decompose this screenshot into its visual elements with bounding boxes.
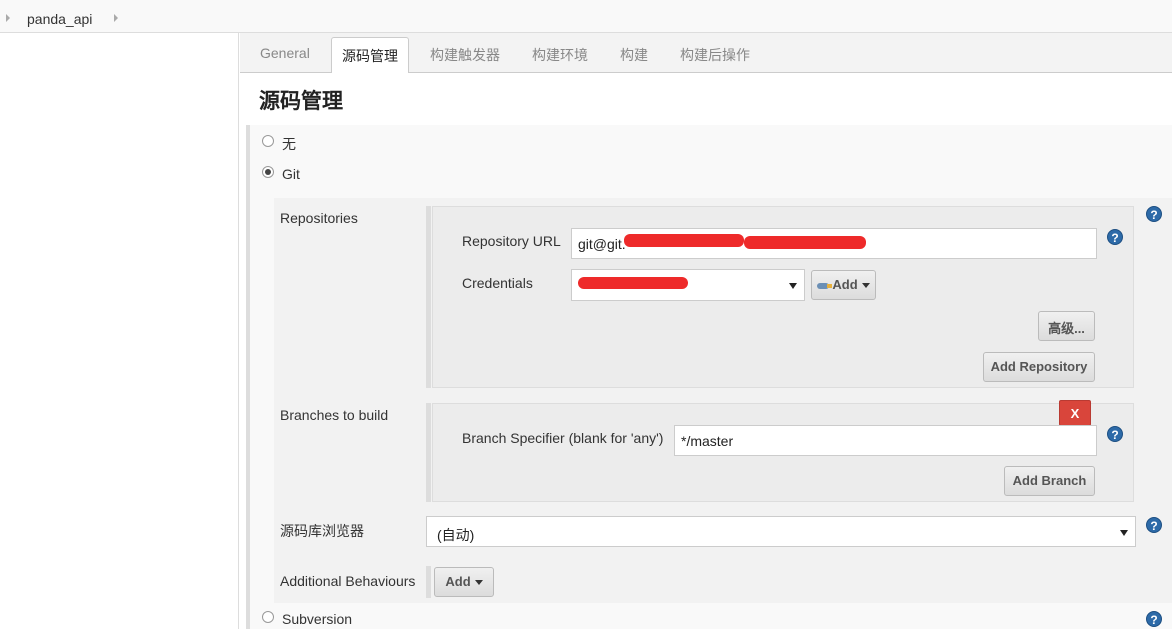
advanced-button[interactable]: 高级... [1038, 311, 1095, 341]
add-branch-button[interactable]: Add Branch [1004, 466, 1095, 496]
branch-specifier-label: Branch Specifier (blank for 'any') [462, 430, 664, 446]
scm-subversion-label: Subversion [282, 611, 353, 627]
repository-url-value: git@git. [578, 236, 626, 252]
additional-behaviours-label: Additional Behaviours [280, 573, 416, 589]
redaction-mark [578, 277, 688, 289]
tab-build[interactable]: 构建 [620, 45, 648, 65]
scm-none-label: 无 [282, 136, 296, 152]
repositories-label: Repositories [280, 210, 358, 226]
repository-browser-label: 源码库浏览器 [280, 523, 364, 539]
chevron-down-icon [1120, 530, 1128, 536]
breadcrumb-dropdown-icon[interactable] [114, 14, 118, 22]
scm-subversion-radio[interactable] [262, 611, 274, 623]
help-icon[interactable]: ? [1146, 206, 1162, 222]
scm-none-radio[interactable] [262, 135, 274, 147]
help-icon[interactable]: ? [1107, 426, 1123, 442]
additional-behaviours-add-button[interactable]: Add [434, 567, 494, 597]
redaction-mark [624, 234, 744, 247]
chevron-down-icon [474, 580, 483, 586]
additional-behaviours-rule [426, 566, 431, 598]
delete-branch-button[interactable]: X [1059, 400, 1091, 426]
chevron-down-icon [861, 283, 870, 289]
help-icon[interactable]: ? [1107, 229, 1123, 245]
credentials-label: Credentials [462, 275, 533, 291]
branches-rule [426, 403, 431, 502]
config-tabbar: General 源码管理 构建触发器 构建环境 构建 构建后操作 [240, 33, 1172, 74]
breadcrumb-arrow-icon [6, 14, 10, 22]
scm-git-radio[interactable] [262, 166, 274, 178]
repository-browser-value: (自动) [437, 527, 475, 543]
branch-specifier-input[interactable]: */master [674, 425, 1097, 456]
credentials-add-label: Add [832, 277, 858, 292]
tab-build-environment[interactable]: 构建环境 [532, 45, 588, 65]
help-icon[interactable]: ? [1146, 517, 1162, 533]
breadcrumb-job-link[interactable]: panda_api [27, 11, 92, 27]
tab-source-code-management[interactable]: 源码管理 [331, 37, 409, 74]
add-repository-button[interactable]: Add Repository [983, 352, 1095, 382]
section-title: 源码管理 [259, 90, 343, 113]
panel-divider [238, 33, 239, 629]
credentials-add-button[interactable]: Add [811, 270, 876, 300]
chevron-down-icon [789, 283, 797, 289]
scm-git-label: Git [282, 166, 300, 182]
repository-browser-select[interactable]: (自动) [426, 516, 1136, 547]
repository-url-label: Repository URL [462, 233, 561, 249]
scm-section-rule [246, 125, 250, 629]
key-icon [817, 282, 833, 289]
branch-specifier-value: */master [681, 433, 734, 449]
side-panel [0, 33, 238, 629]
breadcrumb: panda_api [0, 0, 1172, 33]
redaction-mark [744, 236, 866, 249]
branches-label: Branches to build [280, 407, 389, 423]
additional-behaviours-add-label: Add [445, 574, 471, 589]
tab-general[interactable]: General [260, 45, 310, 61]
repositories-rule [426, 206, 431, 388]
tab-build-triggers[interactable]: 构建触发器 [430, 45, 500, 65]
tab-post-build-actions[interactable]: 构建后操作 [680, 45, 750, 65]
help-icon[interactable]: ? [1146, 611, 1162, 627]
